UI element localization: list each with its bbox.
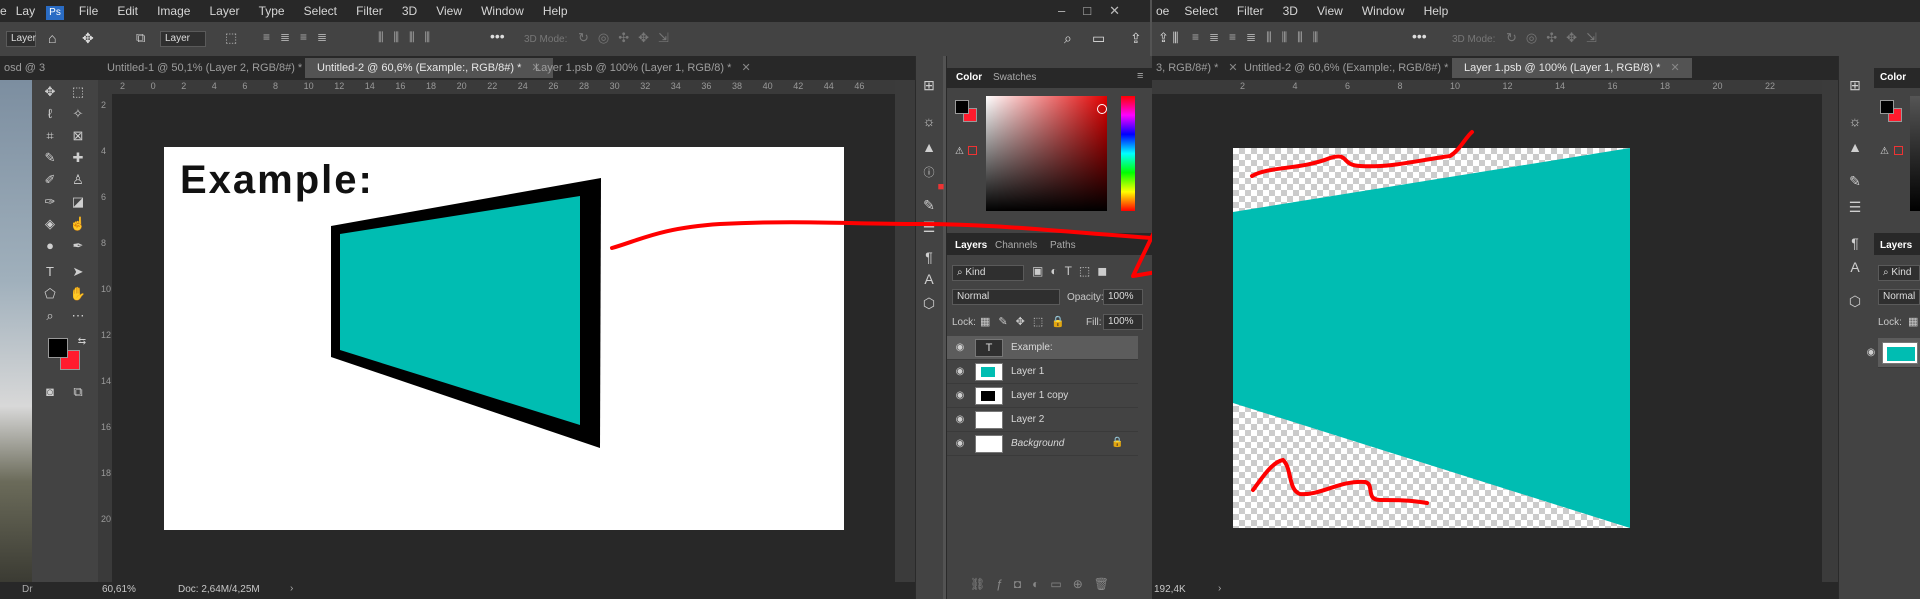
tab-color[interactable]: Color [1880, 72, 1906, 83]
annotation-scribble-top [1250, 130, 1474, 178]
annotation-scribble-bottom [1251, 457, 1429, 505]
gamut-warning-icon: ⚠ [1880, 146, 1889, 157]
tab-layers[interactable]: Layers [1880, 240, 1912, 251]
teal-fill-shape [1233, 148, 1630, 528]
kind-label: Kind [1891, 267, 1912, 278]
layer-filter-kind[interactable]: ⌕ Kind [1878, 265, 1920, 281]
adjustments-panel-icon[interactable]: ☼ [1844, 110, 1866, 132]
3d-panel-icon[interactable]: ⬡ [1844, 290, 1866, 312]
layer-thumb [1882, 342, 1918, 364]
color-fg-swatch[interactable] [955, 100, 969, 114]
visibility-eye-icon[interactable]: ◉ [1864, 346, 1878, 360]
right-status-bar [1152, 582, 1838, 599]
layer-row-layer1[interactable]: ◉ [1867, 338, 1920, 368]
paragraph-panel-icon[interactable]: ¶ [1844, 232, 1866, 254]
right-canvas-shapes [1233, 130, 1630, 528]
right-scrollbar[interactable] [1822, 80, 1838, 582]
right-doc-size[interactable]: 192,4K [1154, 584, 1186, 595]
status-arrow-icon[interactable]: › [1218, 583, 1221, 594]
lock-label: Lock: [1878, 317, 1902, 328]
brushes-panel-icon[interactable]: ✎ [1844, 170, 1866, 192]
brush-settings-icon[interactable]: ☰ [1844, 196, 1866, 218]
character-panel-icon[interactable]: A [1844, 256, 1866, 278]
lock-transparency-icon[interactable]: ▦ [1908, 315, 1918, 328]
foreground-color-swatch[interactable] [48, 338, 68, 358]
blend-mode-dropdown[interactable]: Normal [1878, 289, 1920, 305]
web-color-icon[interactable] [1894, 146, 1903, 155]
color-fg-swatch[interactable] [1880, 100, 1894, 114]
histogram-panel-icon[interactable]: ▲ [1844, 136, 1866, 158]
history-panel-icon[interactable]: ⊞ [1844, 74, 1866, 96]
color-field-partial[interactable] [1910, 96, 1920, 211]
